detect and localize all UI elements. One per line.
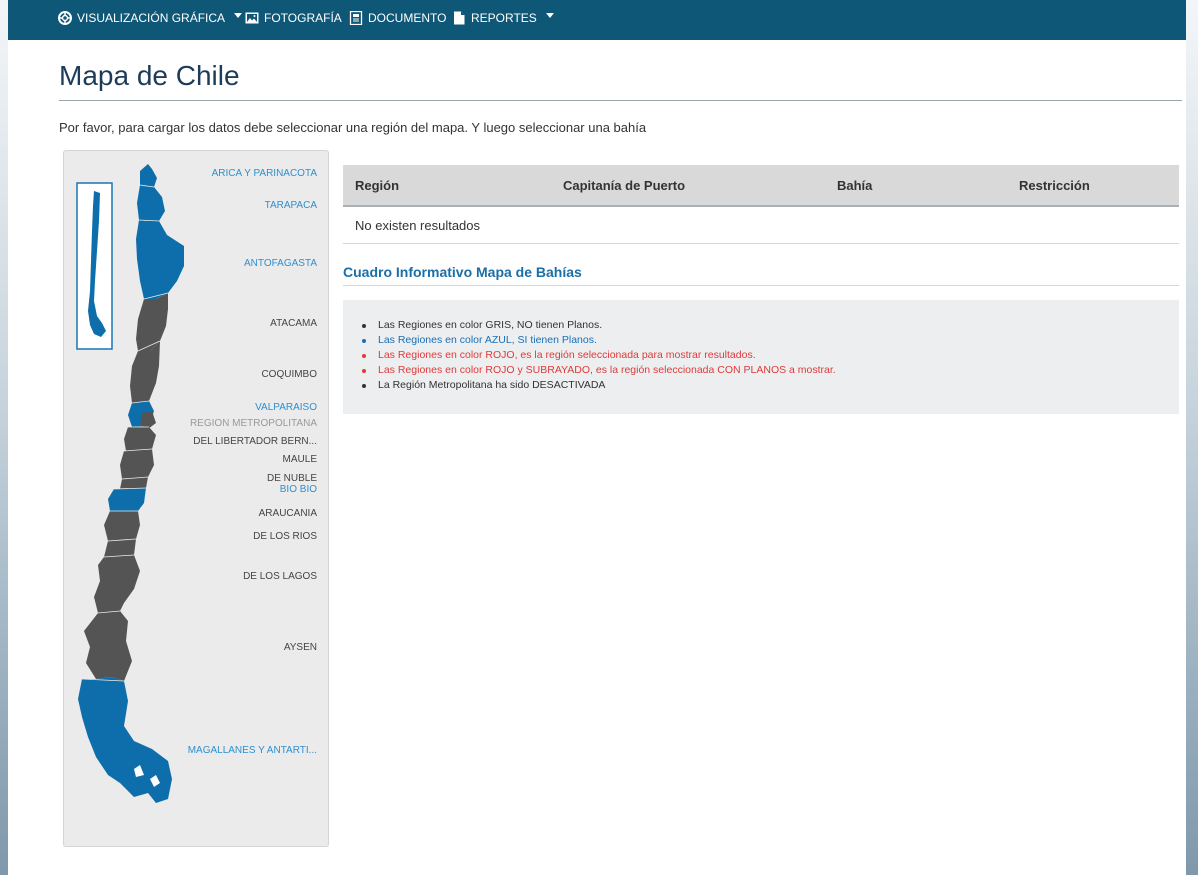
chile-map-panel: ARICA Y PARINACOTA TARAPACA ANTOFAGASTA …	[63, 150, 329, 847]
legend-item-metropolitana: La Región Metropolitana ha sido DESACTIV…	[362, 378, 836, 393]
region-label-tarapaca[interactable]: TARAPACA	[265, 200, 317, 211]
region-label-aysen[interactable]: AYSEN	[284, 642, 317, 653]
caret-down-icon	[545, 12, 554, 18]
region-label-antofagasta[interactable]: ANTOFAGASTA	[244, 258, 317, 269]
region-libertador[interactable]	[124, 427, 156, 451]
results-table: Región Capitanía de Puerto Bahía Restric…	[343, 165, 1179, 244]
legend-item-rojo: Las Regiones en color ROJO, es la región…	[362, 348, 836, 363]
caret-down-icon	[234, 12, 243, 18]
chile-map	[76, 164, 184, 803]
legend-list: Las Regiones en color GRIS, NO tienen Pl…	[362, 318, 836, 393]
column-header-region[interactable]: Región	[343, 165, 563, 207]
region-label-metropolitana: REGION METROPOLITANA	[189, 418, 317, 429]
nav-label: FOTOGRAFÍA	[264, 11, 342, 25]
legend-item-rojo-subrayado: Las Regiones en color ROJO y SUBRAYADO, …	[362, 364, 836, 376]
nav-label: DOCUMENTO	[368, 11, 447, 25]
column-header-bahia[interactable]: Bahía	[837, 165, 1019, 207]
file-icon	[454, 11, 465, 25]
table-header-row: Región Capitanía de Puerto Bahía Restric…	[343, 165, 1179, 207]
region-bio-bio[interactable]	[108, 488, 146, 511]
nav-label: VISUALIZACIÓN GRÁFICA	[77, 11, 226, 25]
region-araucania[interactable]	[104, 511, 140, 541]
region-label-los-rios[interactable]: DE LOS RIOS	[253, 531, 317, 542]
nav-fotografia[interactable]: FOTOGRAFÍA	[245, 11, 342, 25]
region-tarapaca[interactable]	[137, 185, 165, 221]
region-label-magallanes[interactable]: MAGALLANES Y ANTARTI...	[188, 745, 317, 756]
info-title-divider	[343, 285, 1179, 286]
column-header-capitania[interactable]: Capitanía de Puerto	[563, 165, 837, 207]
page-title: Mapa de Chile	[59, 60, 240, 91]
region-label-arica[interactable]: ARICA Y PARINACOTA	[212, 168, 317, 179]
region-label-nuble[interactable]: DE NUBLE	[267, 473, 317, 484]
nav-reportes[interactable]: REPORTES	[452, 11, 554, 25]
legend-item-azul: Las Regiones en color AZUL, SI tienen Pl…	[362, 333, 836, 348]
instructions-text: Por favor, para cargar los datos debe se…	[59, 120, 647, 135]
region-label-valparaiso[interactable]: VALPARAISO	[255, 402, 317, 413]
table-row: No existen resultados	[343, 206, 1179, 244]
column-header-restriccion[interactable]: Restricción	[1019, 165, 1179, 207]
nav-visualizacion-grafica[interactable]: VISUALIZACIÓN GRÁFICA	[58, 11, 243, 25]
region-aysen[interactable]	[84, 611, 132, 681]
top-navigation-bar: VISUALIZACIÓN GRÁFICA FOTOGRAFÍA DOCUMEN…	[8, 0, 1186, 40]
region-label-araucania[interactable]: ARAUCANIA	[259, 508, 317, 519]
info-box: Las Regiones en color GRIS, NO tienen Pl…	[343, 300, 1179, 414]
region-label-los-lagos[interactable]: DE LOS LAGOS	[243, 571, 317, 582]
region-antofagasta[interactable]	[136, 220, 184, 299]
page-container: VISUALIZACIÓN GRÁFICA FOTOGRAFÍA DOCUMEN…	[8, 0, 1186, 875]
image-icon	[245, 12, 259, 24]
background-left	[0, 0, 8, 875]
region-maule[interactable]	[120, 449, 154, 479]
region-los-rios[interactable]	[104, 539, 136, 557]
background-right	[1186, 0, 1198, 875]
region-atacama[interactable]	[136, 293, 168, 351]
region-label-maule[interactable]: MAULE	[283, 454, 317, 465]
legend-item-gris: Las Regiones en color GRIS, NO tienen Pl…	[362, 318, 836, 333]
lifebuoy-icon	[58, 11, 72, 25]
region-arica-y-parinacota[interactable]	[140, 164, 157, 187]
region-label-bio-bio[interactable]: BIO BIO	[280, 484, 317, 495]
info-box-title: Cuadro Informativo Mapa de Bahías	[343, 264, 582, 280]
title-divider	[59, 100, 1182, 101]
document-icon	[349, 11, 363, 25]
empty-results-message: No existen resultados	[343, 206, 1179, 244]
region-label-atacama[interactable]: ATACAMA	[270, 318, 317, 329]
region-los-lagos[interactable]	[94, 555, 140, 613]
region-label-libertador[interactable]: DEL LIBERTADOR BERN...	[193, 436, 317, 447]
nav-documento[interactable]: DOCUMENTO	[349, 11, 446, 25]
region-label-coquimbo[interactable]: COQUIMBO	[261, 369, 317, 380]
nav-label: REPORTES	[471, 11, 537, 25]
